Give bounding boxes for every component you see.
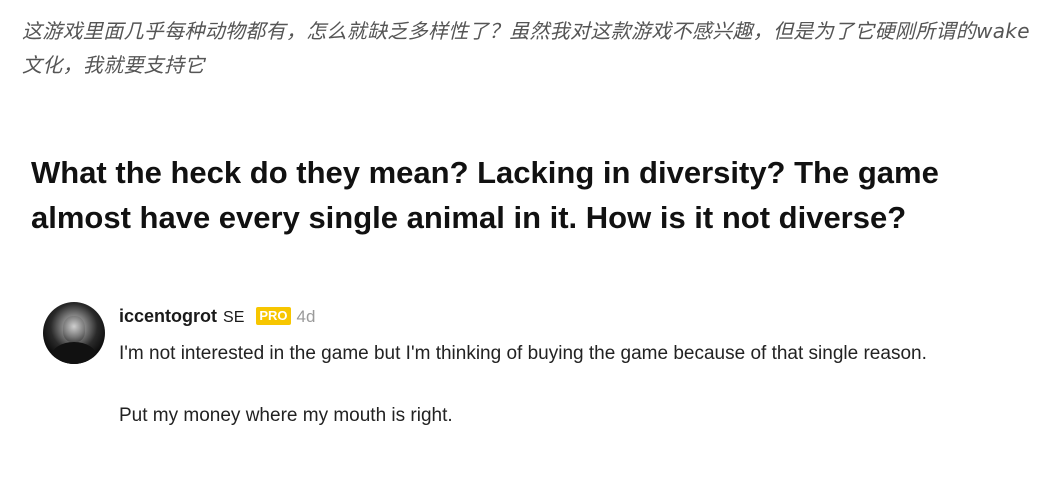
pro-badge: PRO — [256, 307, 291, 325]
comment-meta: iccentogrot SE PRO 4d — [119, 306, 315, 327]
user-avatar-icon[interactable] — [43, 302, 105, 364]
comment-body: I'm not interested in the game but I'm t… — [119, 338, 1019, 431]
comment-timestamp[interactable]: 4d — [297, 307, 316, 326]
comment-paragraph: I'm not interested in the game but I'm t… — [119, 343, 927, 364]
avatar-face — [63, 316, 85, 342]
avatar-body — [51, 342, 97, 364]
username-link[interactable]: iccentogrot — [119, 306, 217, 326]
chinese-caption: 这游戏里面几乎每种动物都有，怎么就缺乏多样性了？虽然我对这款游戏不感兴趣，但是为… — [22, 19, 1030, 77]
user-flair: SE — [223, 309, 245, 326]
post-headline: What the heck do they mean? Lacking in d… — [31, 155, 939, 235]
comment-paragraph: Put my money where my mouth is right. — [119, 405, 453, 426]
